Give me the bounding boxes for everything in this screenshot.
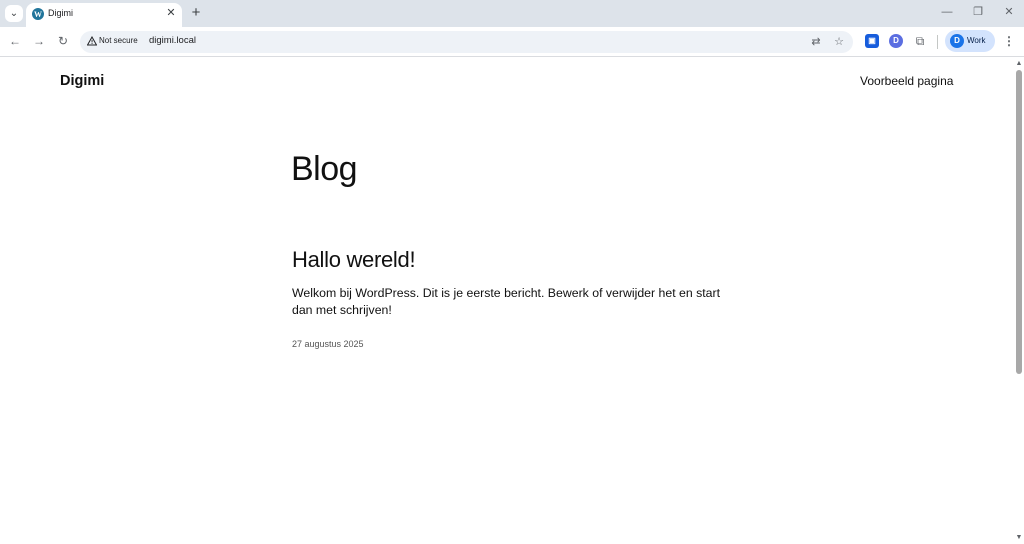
address-bar[interactable]: Not secure digimi.local ⇄ ☆ (80, 31, 853, 53)
post-date[interactable]: 27 augustus 2025 (292, 339, 364, 349)
reload-icon[interactable]: ↻ (56, 34, 70, 48)
tab-active[interactable]: W Digimi ✕ (26, 3, 182, 27)
restore-icon[interactable]: ❐ (971, 5, 985, 19)
post-excerpt: Welkom bij WordPress. Dit is je eerste b… (292, 286, 721, 317)
avatar: D (950, 34, 964, 48)
page-title: Blog (291, 150, 358, 188)
bitwarden-icon[interactable]: ▣ (865, 34, 879, 48)
scroll-thumb[interactable] (1016, 70, 1022, 374)
scrollbar[interactable]: ▲ ▼ (1014, 58, 1024, 544)
browser-toolbar: ← → ↻ Not secure digimi.local ⇄ ☆ ▣ D ⧉ … (0, 27, 1024, 57)
back-icon[interactable]: ← (8, 34, 22, 48)
tab-strip: ⌄ W Digimi ✕ + — ❐ ✕ (0, 0, 1024, 27)
close-tab-icon[interactable]: ✕ (165, 6, 177, 20)
scroll-down-arrow-icon[interactable]: ▼ (1015, 534, 1023, 542)
close-window-icon[interactable]: ✕ (1002, 5, 1016, 19)
translate-icon[interactable]: ⇄ (809, 35, 823, 49)
page-content: Digimi Voorbeeld pagina Blog Hallo werel… (0, 58, 1014, 544)
toolbar-divider (937, 35, 938, 49)
tab-title: Digimi (48, 8, 74, 18)
url-text[interactable]: digimi.local (149, 35, 196, 46)
post-title[interactable]: Hallo wereld! (292, 247, 416, 273)
chevron-down-icon: ⌄ (9, 8, 19, 19)
bookmark-star-icon[interactable]: ☆ (832, 35, 846, 49)
forward-icon[interactable]: → (32, 34, 46, 48)
new-tab-button[interactable]: + (188, 4, 204, 22)
kebab-menu-icon[interactable]: ⋮ (1003, 33, 1015, 49)
security-label[interactable]: Not secure (99, 36, 138, 45)
extension-d-icon[interactable]: D (889, 34, 903, 48)
warning-icon (87, 36, 97, 46)
scroll-up-arrow-icon[interactable]: ▲ (1015, 60, 1023, 68)
tab-search-button[interactable]: ⌄ (5, 5, 23, 22)
nav-link-voorbeeld-pagina[interactable]: Voorbeeld pagina (860, 74, 953, 88)
site-title[interactable]: Digimi (60, 73, 104, 89)
profile-button[interactable]: D Work (945, 30, 995, 52)
extensions-puzzle-icon[interactable]: ⧉ (913, 34, 927, 48)
profile-label: Work (967, 36, 986, 45)
wordpress-icon: W (32, 8, 44, 20)
minimize-icon[interactable]: — (940, 5, 954, 19)
